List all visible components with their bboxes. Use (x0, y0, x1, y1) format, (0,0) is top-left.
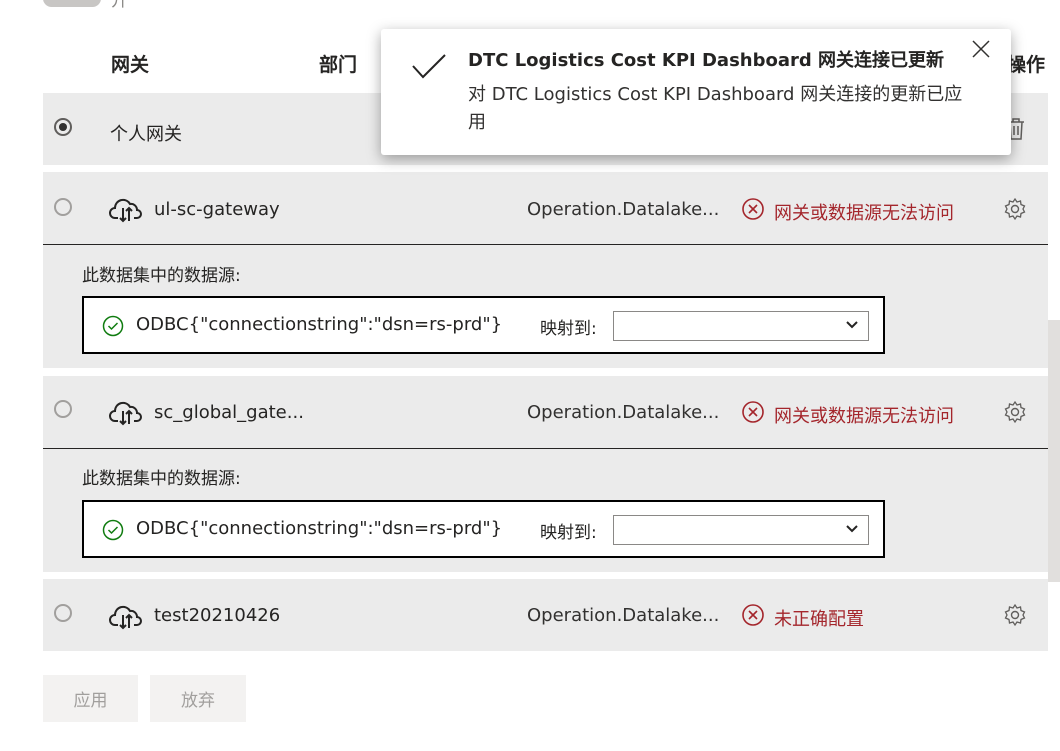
datasource-panel-title: 此数据集中的数据源: (82, 469, 241, 489)
gateway-name: sc_global_gate... (154, 402, 304, 423)
gateway-radio-personal[interactable] (54, 118, 72, 136)
cloud-gateway-icon (109, 605, 142, 630)
map-to-label: 映射到: (540, 319, 597, 339)
gateway-radio[interactable] (54, 400, 72, 418)
checkmark-icon (412, 54, 446, 79)
gateway-status: 网关或数据源无法访问 (774, 203, 954, 224)
gateway-name: test20210426 (154, 605, 281, 626)
column-header-actions: 操作 (1006, 54, 1045, 76)
datasource-panel: 此数据集中的数据源: ODBC{"connectionstring":"dsn=… (43, 448, 1048, 572)
gateway-radio[interactable] (54, 198, 72, 216)
toast-title: DTC Logistics Cost KPI Dashboard 网关连接已更新 (468, 50, 945, 71)
gateway-department: Operation.Datalake... (527, 199, 720, 220)
datasource-mapping-box: ODBC{"connectionstring":"dsn=rs-prd"} 映射… (82, 500, 885, 558)
gateway-row-ul-sc-gateway[interactable]: ul-sc-gateway Operation.Datalake... 网关或数… (43, 172, 1048, 244)
top-toggle[interactable] (43, 0, 101, 7)
cloud-gateway-icon (109, 401, 142, 426)
gateway-department: Operation.Datalake... (527, 402, 720, 423)
error-circle-icon (742, 401, 764, 423)
gateway-status: 网关或数据源无法访问 (774, 406, 954, 427)
column-header-gateway: 网关 (111, 54, 150, 76)
chevron-down-icon (846, 321, 858, 329)
datasource-panel: 此数据集中的数据源: ODBC{"connectionstring":"dsn=… (43, 244, 1048, 368)
map-to-select[interactable] (613, 311, 869, 341)
panel-separator (43, 448, 1048, 449)
gateway-row-test20210426[interactable]: test20210426 Operation.Datalake... 未正确配置 (43, 579, 1048, 651)
column-header-department: 部门 (319, 54, 358, 76)
panel-separator (43, 244, 1048, 245)
apply-button[interactable]: 应用 (43, 675, 138, 722)
map-to-select[interactable] (613, 515, 869, 545)
gateway-department: Operation.Datalake... (527, 605, 720, 626)
chevron-down-icon (846, 525, 858, 533)
map-to-label: 映射到: (540, 523, 597, 543)
close-icon[interactable] (969, 37, 993, 61)
gateway-name: ul-sc-gateway (154, 199, 280, 220)
discard-button[interactable]: 放弃 (150, 675, 246, 722)
datasource-panel-title: 此数据集中的数据源: (82, 266, 241, 286)
datasource-name: ODBC{"connectionstring":"dsn=rs-prd"} (136, 314, 503, 335)
gateway-name: 个人网关 (110, 124, 182, 145)
error-circle-icon (742, 604, 764, 626)
gateway-status: 未正确配置 (774, 609, 864, 630)
datasource-name: ODBC{"connectionstring":"dsn=rs-prd"} (136, 518, 503, 539)
success-circle-icon (102, 315, 124, 337)
toast-notification: DTC Logistics Cost KPI Dashboard 网关连接已更新… (381, 29, 1011, 155)
datasource-mapping-box: ODBC{"connectionstring":"dsn=rs-prd"} 映射… (82, 296, 885, 354)
error-circle-icon (742, 198, 764, 220)
top-toggle-label: 开 (111, 0, 128, 11)
gateway-row-sc-global-gateway[interactable]: sc_global_gate... Operation.Datalake... … (43, 376, 1048, 448)
gear-icon[interactable] (1003, 400, 1027, 424)
success-circle-icon (102, 519, 124, 541)
toast-body: 对 DTC Logistics Cost KPI Dashboard 网关连接的… (468, 84, 963, 133)
cloud-gateway-icon (109, 198, 142, 223)
gear-icon[interactable] (1003, 603, 1027, 627)
gear-icon[interactable] (1003, 197, 1027, 221)
gateway-radio[interactable] (54, 604, 72, 622)
scrollbar[interactable] (1048, 320, 1060, 582)
